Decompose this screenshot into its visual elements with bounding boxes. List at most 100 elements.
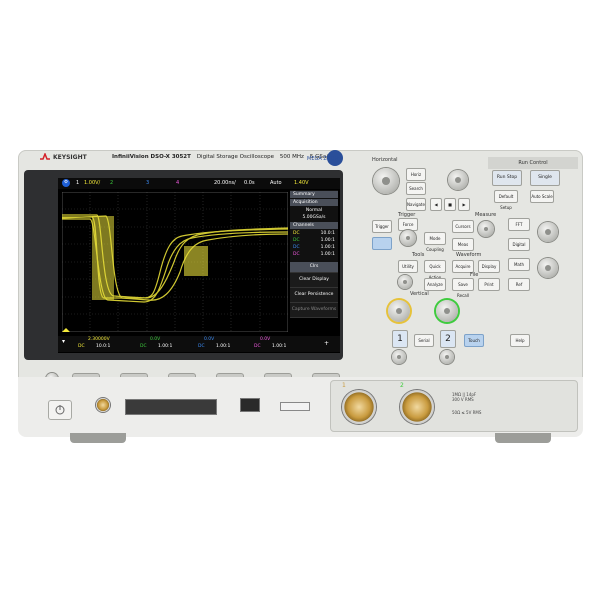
single-button[interactable]: Single [530, 170, 560, 186]
trigger-mode: Auto [270, 180, 282, 186]
ch1-persist-block-2 [184, 246, 208, 276]
serial-button[interactable]: Serial [414, 334, 434, 347]
display-button[interactable]: Display [478, 260, 500, 273]
card-slot [280, 402, 310, 411]
math-button[interactable]: Math [508, 258, 530, 271]
nav-back-button[interactable]: ◀ [430, 198, 442, 211]
default-setup-button[interactable]: Default Setup [494, 190, 518, 210]
cursors-knob[interactable] [478, 221, 494, 237]
power-button[interactable] [48, 400, 72, 420]
probe-comp-connector[interactable] [96, 398, 110, 412]
ch1-index: 1 [76, 180, 80, 186]
acq-mode: Normal [305, 208, 323, 213]
utility-button[interactable]: Utility [398, 260, 418, 273]
ch3-index: 3 [146, 180, 150, 186]
channel-status-bar: ▾ 2.30000V 0.0V 0.0V 0.0V DC 10.0:1 DC 1… [58, 336, 340, 352]
ch2-button[interactable]: 2 [440, 330, 456, 348]
channel-row: DC 1.00:1 [293, 238, 335, 243]
capture-waveforms-button[interactable]: Capture Waveforms [290, 303, 338, 318]
tools-label: Tools [412, 252, 425, 258]
status-bar: ⚙ 1 1.00V/ 2 3 4 20.00ns/ 0.0s Auto 1.40… [58, 178, 340, 189]
ch1-input-connector[interactable] [342, 390, 376, 424]
scroll-down-icon[interactable]: ▾ [62, 338, 65, 345]
channel-badge[interactable]: ⚙ [62, 179, 70, 187]
menu-label: Clrs [290, 262, 338, 273]
digital-button[interactable]: Digital [508, 238, 530, 251]
help-button[interactable]: Help [510, 334, 530, 347]
module-slot [125, 399, 217, 415]
model-text: InfiniiVision DSO-X 3052T [112, 154, 191, 160]
ch1-scale-knob[interactable] [388, 300, 410, 322]
ch1-input-label: 1 [342, 382, 346, 389]
ch2-index: 2 [110, 180, 114, 186]
analyze-button[interactable]: Analyze [424, 278, 446, 291]
input-spec-2: 50Ω ≤ 5V RMS [452, 410, 482, 415]
trigger-button[interactable]: Trigger [372, 220, 392, 233]
ch3-offset: 0.0V [204, 337, 215, 342]
horiz-button[interactable]: Horiz [406, 168, 426, 181]
brand-logo: KEYSIGHT [40, 153, 87, 161]
ch4-coupling: DC [254, 344, 261, 349]
fft-button[interactable]: FFT [508, 218, 530, 231]
channel-row: DC 1.00:1 [293, 252, 335, 257]
ch1-probe: 10.0:1 [96, 344, 111, 349]
save-recall-button[interactable]: Save Recall [452, 278, 474, 298]
channel-row: DC 10.0:1 [293, 231, 335, 236]
search-button[interactable]: Search [406, 182, 426, 195]
trigger-level-knob[interactable] [400, 230, 416, 246]
gen-knob-1[interactable] [538, 222, 558, 242]
nav-stop-button[interactable]: ■ [444, 198, 456, 211]
cursor-button-blue[interactable] [372, 237, 392, 250]
ch2-input-connector[interactable] [400, 390, 434, 424]
waveform-graticule [62, 192, 288, 332]
vertical-label: Vertical [410, 291, 429, 297]
ch2-probe: 1.00:1 [158, 344, 173, 349]
ch2-scale-knob[interactable] [436, 300, 458, 322]
keysight-wave-icon [40, 153, 50, 160]
cursors-button[interactable]: Cursors [452, 220, 474, 233]
ch1-persist-block [92, 216, 114, 300]
ch2-coupling: DC [140, 344, 147, 349]
summary-header[interactable]: Summary [290, 191, 338, 198]
channel-row: DC 1.00:1 [293, 245, 335, 250]
ch1-scale: 1.00V/ [84, 180, 101, 186]
add-icon[interactable]: + [324, 340, 329, 347]
delay: 0.0s [244, 180, 255, 186]
meas-button[interactable]: Meas [452, 238, 474, 251]
channels-header: Channels [290, 222, 338, 229]
ch1-offset: 2.30000V [88, 337, 110, 342]
ch1-button[interactable]: 1 [392, 330, 408, 348]
ch2-offset: 0.0V [150, 337, 161, 342]
run-stop-button[interactable]: Run Stop [492, 170, 522, 186]
brand-name: KEYSIGHT [53, 153, 87, 161]
touch-button[interactable]: Touch [464, 334, 484, 347]
horizontal-label: Horizontal [372, 157, 398, 163]
usb-port[interactable] [240, 398, 260, 412]
softkey-menu: Clrs Clear Display Clear Persistence Cap… [290, 262, 338, 318]
horizontal-position-knob[interactable] [448, 170, 468, 190]
navigate-button[interactable]: Navigate [406, 198, 426, 211]
ch1-position-knob[interactable] [392, 350, 406, 364]
quick-action-button[interactable]: Quick Action [424, 260, 446, 280]
mode-coupling-button[interactable]: Mode Coupling [424, 232, 446, 252]
ch2-position-knob[interactable] [440, 350, 454, 364]
auto-scale-button[interactable]: Auto Scale [530, 190, 554, 203]
run-control-label: Run Control [488, 157, 578, 169]
print-button[interactable]: Print [478, 278, 500, 291]
horizontal-scale-knob[interactable] [373, 168, 399, 194]
gen-knob-2[interactable] [538, 258, 558, 278]
nav-forward-button[interactable]: ▶ [458, 198, 470, 211]
trigger-level: 1.40V [294, 180, 309, 186]
ch4-offset: 0.0V [260, 337, 271, 342]
model-name: InfiniiVision DSO-X 3052T Digital Storag… [112, 154, 331, 160]
clear-display-button[interactable]: Clear Display [290, 273, 338, 288]
ch4-index: 4 [176, 180, 180, 186]
ch3-probe: 1.00:1 [216, 344, 231, 349]
waveform-label: Waveform [456, 252, 482, 258]
ref-button[interactable]: Ref [508, 278, 530, 291]
right-foot [495, 433, 551, 443]
clear-persistence-button[interactable]: Clear Persistence [290, 288, 338, 303]
input-spec: 1MΩ || 14pF 300 V RMS [452, 392, 477, 402]
wave-intensity-knob[interactable] [398, 275, 412, 289]
megazoom-text: MEGA ZOOM [307, 156, 339, 162]
